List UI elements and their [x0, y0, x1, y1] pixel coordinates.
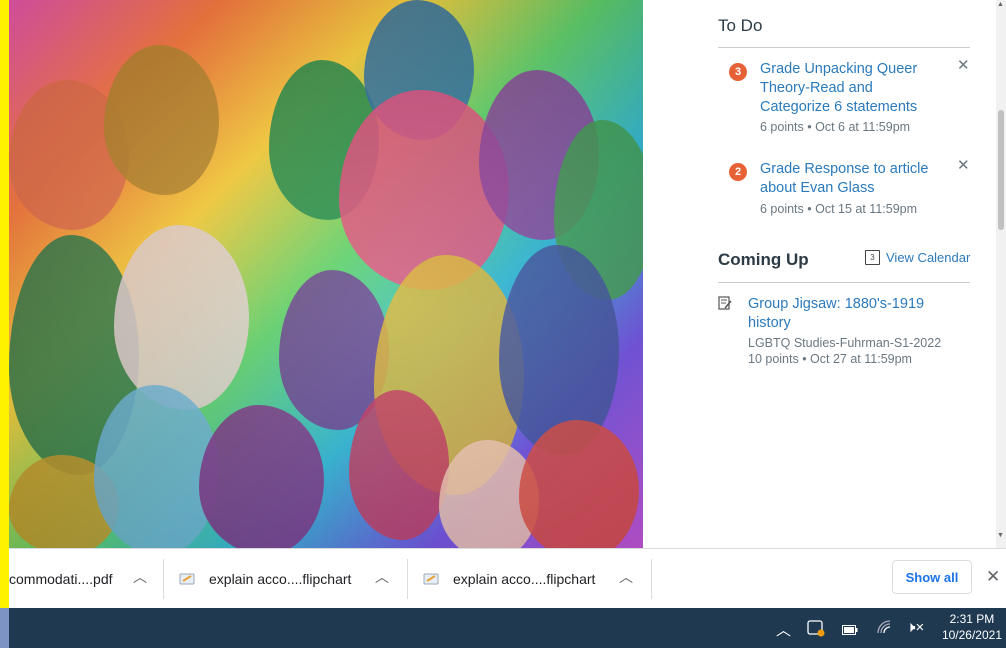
taskbar-clock[interactable]: 2:31 PM 10/26/2021	[942, 611, 1002, 643]
chevron-up-icon[interactable]: ︿	[133, 567, 147, 587]
sidebar-scrollbar[interactable]: ▲ ▼	[996, 0, 1006, 548]
chevron-up-icon[interactable]: ︿	[619, 567, 633, 587]
chevron-up-icon[interactable]: ︿	[776, 619, 791, 640]
coming-up-item-link[interactable]: Group Jigsaw: 1880's-1919 history	[748, 295, 924, 333]
todo-item-link[interactable]: Grade Response to article about Evan Gla…	[760, 160, 928, 198]
scroll-up-icon[interactable]: ▲	[997, 1, 1004, 9]
taskbar-start-edge	[0, 608, 9, 648]
divider	[163, 559, 164, 599]
flipchart-file-icon	[423, 573, 439, 585]
scroll-thumb[interactable]	[998, 110, 1004, 230]
download-filename: explain acco....flipchart	[453, 571, 596, 587]
todo-item-title-line: Theory-Read and	[760, 80, 873, 96]
clock-date: 10/26/2021	[941, 628, 1002, 642]
coming-up-meta: 10 points • Oct 27 at 11:59pm	[748, 352, 912, 366]
todo-item-title-line: Grade Unpacking Queer	[760, 61, 918, 77]
todo-item-title-line: about Evan Glass	[760, 180, 875, 196]
todo-heading: To Do	[718, 16, 763, 35]
clock-time: 2:31 PM	[949, 612, 995, 626]
flipchart-file-icon	[179, 573, 195, 585]
download-item[interactable]: explain acco....flipchart	[423, 549, 595, 609]
calendar-icon: 3	[865, 250, 880, 265]
download-item[interactable]: commodati....pdf	[9, 549, 113, 609]
collage-hero-image	[9, 0, 643, 548]
collage-overlay	[9, 0, 643, 548]
scroll-down-icon[interactable]: ▼	[997, 532, 1004, 540]
todo-item-meta: 6 points • Oct 15 at 11:59pm	[760, 202, 918, 216]
todo-count-badge: 2	[729, 163, 747, 181]
download-filename: commodati....pdf	[9, 571, 113, 587]
download-item[interactable]: explain acco....flipchart	[179, 549, 351, 609]
left-edge-highlight	[0, 0, 9, 612]
windows-taskbar: ︿ 🕨× 2:31 PM 10/26/2021	[0, 608, 1006, 648]
download-filename: explain acco....flipchart	[209, 571, 352, 587]
coming-up-item-title-line: Group Jigsaw: 1880's-1919	[748, 296, 925, 312]
app-tray-icon[interactable]	[807, 619, 825, 641]
todo-item-title-line: Categorize 6 statements	[760, 99, 918, 115]
divider	[718, 282, 970, 283]
wifi-icon[interactable]	[876, 619, 892, 639]
todo-count-badge: 3	[729, 63, 747, 81]
assignment-icon	[718, 296, 732, 310]
dismiss-icon[interactable]: ✕	[957, 156, 970, 174]
todo-item-title-line: Grade Response to article	[760, 161, 929, 177]
battery-icon[interactable]	[842, 622, 858, 639]
chevron-up-icon[interactable]: ︿	[375, 567, 389, 587]
tray-app-icon	[807, 620, 825, 637]
downloads-bar: commodati....pdf ︿ explain acco....flipc…	[9, 548, 1006, 609]
todo-item-link[interactable]: Grade Unpacking Queer Theory-Read and Ca…	[760, 60, 917, 117]
divider	[651, 559, 652, 599]
todo-item-meta: 6 points • Oct 6 at 11:59pm	[760, 120, 911, 134]
wifi-shape	[877, 620, 891, 634]
divider	[407, 559, 408, 599]
battery-shape	[842, 625, 858, 635]
close-icon[interactable]: ✕	[986, 567, 1000, 587]
volume-muted-icon[interactable]: 🕨×	[906, 619, 924, 636]
show-all-button[interactable]: Show all	[892, 560, 972, 594]
view-calendar-link[interactable]: 3 View Calendar	[865, 250, 970, 265]
sidebar-panel: To Do 3 Grade Unpacking Queer Theory-Rea…	[643, 0, 996, 548]
view-calendar-label: View Calendar	[886, 250, 971, 265]
coming-up-heading: Coming Up	[718, 250, 809, 269]
divider	[718, 47, 970, 48]
coming-up-course: LGBTQ Studies-Fuhrman-S1-2022	[748, 336, 942, 350]
coming-up-item-title-line: history	[748, 315, 791, 331]
dismiss-icon[interactable]: ✕	[957, 56, 970, 74]
